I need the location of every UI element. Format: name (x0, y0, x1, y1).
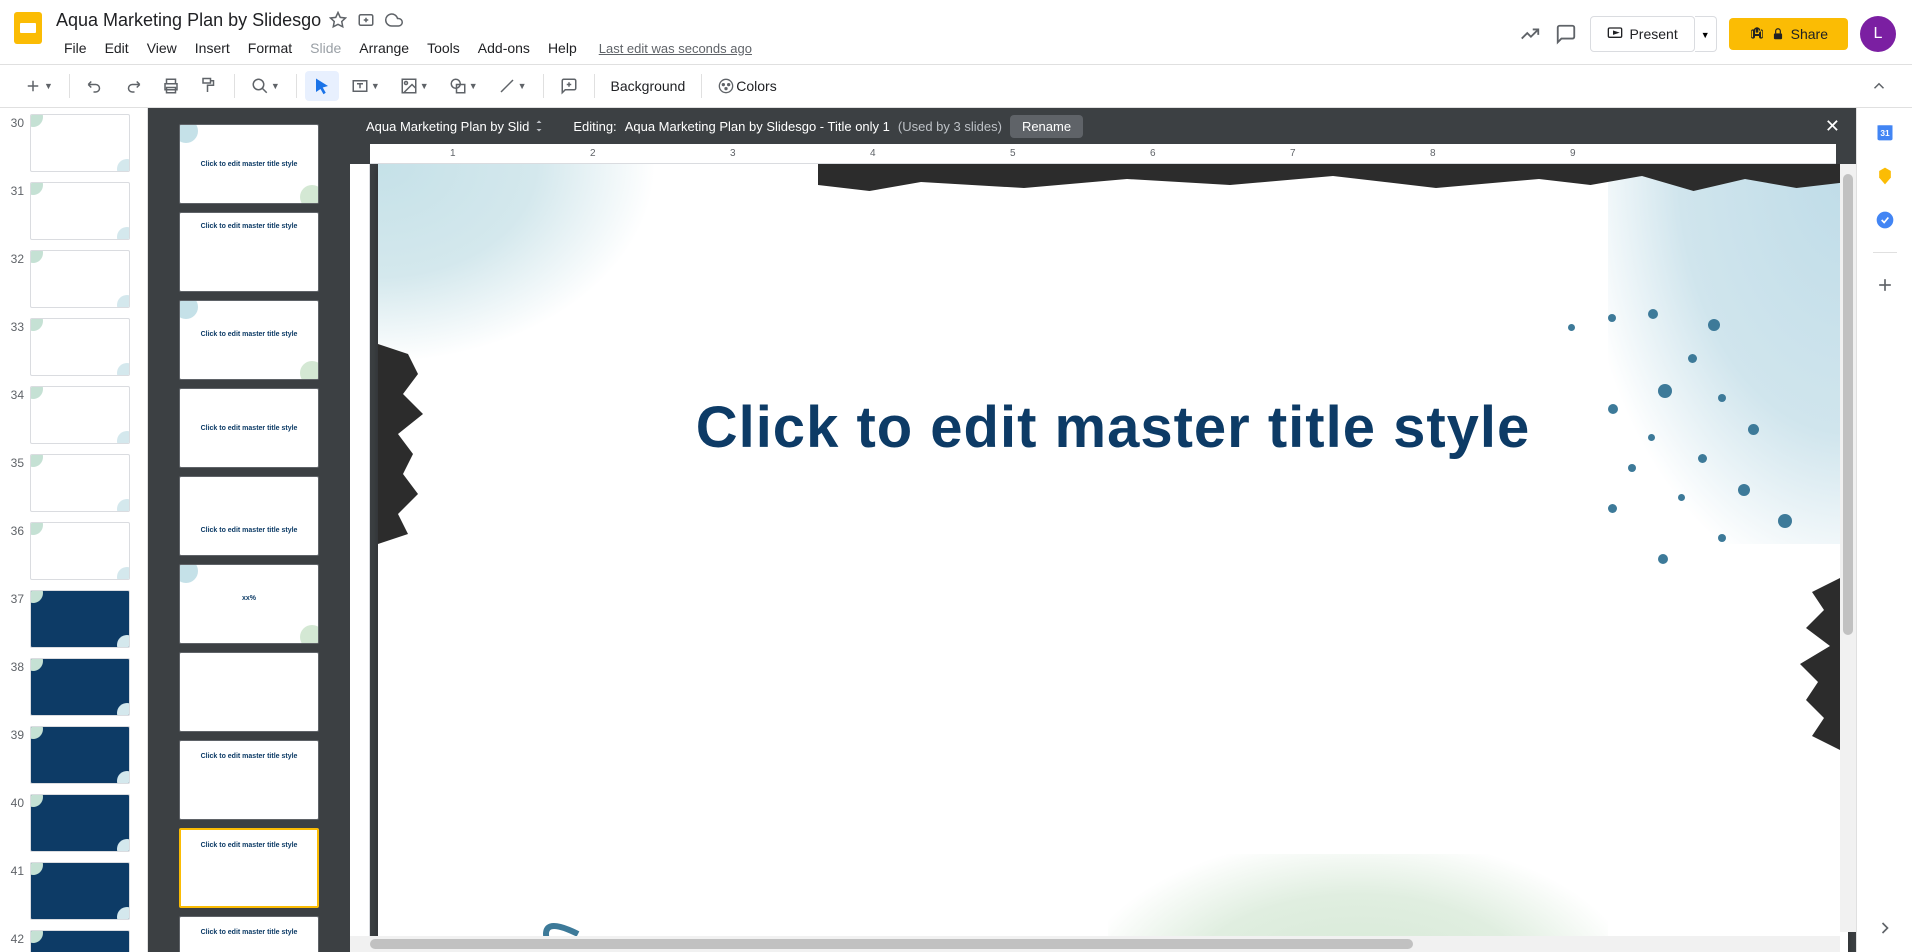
activity-icon[interactable] (1518, 22, 1542, 46)
comment-button[interactable] (552, 71, 586, 101)
editing-prefix: Editing: (573, 119, 616, 134)
present-button[interactable]: Present (1590, 16, 1694, 52)
menu-edit[interactable]: Edit (97, 36, 137, 60)
editor-header: Aqua Marketing Plan by Slid Editing: Aqu… (350, 108, 1856, 144)
menu-tools[interactable]: Tools (419, 36, 468, 60)
rename-button[interactable]: Rename (1010, 115, 1083, 138)
brush-decoration (1788, 574, 1848, 754)
main-area: 30313233343536373839404142 Click to edit… (0, 108, 1912, 952)
menu-file[interactable]: File (56, 36, 95, 60)
layout-thumbnail[interactable]: Click to edit master title style (179, 476, 319, 556)
expand-sidebar-icon[interactable] (1873, 916, 1897, 940)
add-addon-icon[interactable] (1873, 273, 1897, 297)
slide-filmstrip[interactable]: 303132333435363738394041 42 (0, 108, 148, 952)
vertical-ruler[interactable] (350, 164, 370, 952)
print-button[interactable] (154, 71, 188, 101)
share-label: Share (1791, 26, 1828, 42)
paint-format-button[interactable] (192, 71, 226, 101)
used-by-info: (Used by 3 slides) (898, 119, 1002, 134)
keep-icon[interactable] (1873, 164, 1897, 188)
svg-text:31: 31 (1880, 128, 1890, 138)
slide-thumbnail[interactable]: 32 (4, 248, 143, 310)
slide-thumbnail[interactable]: 40 (4, 792, 143, 854)
background-button[interactable]: Background (603, 72, 694, 100)
horizontal-ruler[interactable]: 123456789 (370, 144, 1836, 164)
menu-arrange[interactable]: Arrange (351, 36, 417, 60)
editing-name: Aqua Marketing Plan by Slidesgo - Title … (625, 119, 890, 134)
zoom-button[interactable]: ▼ (243, 71, 288, 101)
slide-thumbnail[interactable]: 37 (4, 588, 143, 650)
image-tool[interactable]: ▼ (392, 71, 437, 101)
canvas-scroll[interactable]: Click to edit master title style (370, 164, 1856, 952)
undo-button[interactable] (78, 71, 112, 101)
layout-thumbnail[interactable]: Click to edit master title style (179, 212, 319, 292)
slide-thumbnail[interactable]: 39 (4, 724, 143, 786)
slide-thumbnail[interactable]: 42 (4, 928, 143, 952)
shape-tool[interactable]: ▼ (441, 71, 486, 101)
calendar-icon[interactable]: 31 (1873, 120, 1897, 144)
new-slide-button[interactable]: ▼ (16, 71, 61, 101)
layout-thumbnail[interactable]: Click to edit master title style (179, 828, 319, 908)
share-button[interactable]: Share (1729, 18, 1848, 50)
document-title[interactable]: Aqua Marketing Plan by Slidesgo (56, 10, 321, 31)
menu-format[interactable]: Format (240, 36, 300, 60)
right-sidebar: 31 (1856, 108, 1912, 952)
slide-thumbnail[interactable]: 35 (4, 452, 143, 514)
layout-thumbnail[interactable]: Click to edit master title style (179, 388, 319, 468)
colors-button[interactable]: Colors (710, 72, 784, 100)
tasks-icon[interactable] (1873, 208, 1897, 232)
menu-help[interactable]: Help (540, 36, 585, 60)
collapse-toolbar-button[interactable] (1862, 71, 1896, 101)
star-icon[interactable] (329, 10, 349, 30)
slide-thumbnail[interactable]: 33 (4, 316, 143, 378)
select-tool[interactable] (305, 71, 339, 101)
user-avatar[interactable]: L (1860, 16, 1896, 52)
menu-insert[interactable]: Insert (187, 36, 238, 60)
layout-thumbnail[interactable]: Click to edit master title style (179, 124, 319, 204)
close-editor-icon[interactable]: ✕ (1825, 116, 1840, 137)
menu-slide[interactable]: Slide (302, 36, 349, 60)
master-title-placeholder[interactable]: Click to edit master title style (696, 394, 1531, 461)
layout-panel[interactable]: Click to edit master title styleClick to… (148, 108, 350, 952)
comments-icon[interactable] (1554, 22, 1578, 46)
horizontal-scrollbar[interactable] (350, 936, 1840, 952)
brush-decoration (378, 344, 428, 544)
layout-thumbnail[interactable]: Click to edit master title style (179, 740, 319, 820)
editor-area: Aqua Marketing Plan by Slid Editing: Aqu… (350, 108, 1856, 952)
line-tool[interactable]: ▼ (490, 71, 535, 101)
watercolor-decoration (378, 164, 658, 364)
brush-decoration (818, 164, 1848, 194)
template-dropdown[interactable]: Aqua Marketing Plan by Slid (366, 119, 545, 134)
cloud-icon[interactable] (385, 10, 405, 30)
redo-button[interactable] (116, 71, 150, 101)
slide-thumbnail[interactable]: 36 (4, 520, 143, 582)
slide-thumbnail[interactable]: 30 (4, 112, 143, 174)
title-area: Aqua Marketing Plan by Slidesgo File Edi… (56, 8, 1518, 60)
present-dropdown[interactable]: ▼ (1695, 16, 1717, 52)
slide-thumbnail[interactable]: 31 (4, 180, 143, 242)
layout-thumbnail[interactable]: Click to edit master title style (179, 916, 319, 952)
textbox-tool[interactable]: ▼ (343, 71, 388, 101)
toolbar: ▼ ▼ ▼ ▼ ▼ ▼ Background Colors (0, 64, 1912, 108)
slide-canvas[interactable]: Click to edit master title style (378, 164, 1848, 952)
slides-logo[interactable] (8, 8, 48, 48)
menu-bar: File Edit View Insert Format Slide Arran… (56, 36, 1518, 60)
vertical-scrollbar[interactable] (1840, 164, 1856, 932)
layout-thumbnail[interactable]: Click to edit master title style (179, 300, 319, 380)
slide-thumbnail[interactable]: 38 (4, 656, 143, 718)
menu-addons[interactable]: Add-ons (470, 36, 538, 60)
layout-thumbnail[interactable]: xx% (179, 564, 319, 644)
present-label: Present (1629, 26, 1677, 42)
layout-thumbnail[interactable] (179, 652, 319, 732)
move-icon[interactable] (357, 10, 377, 30)
app-header: Aqua Marketing Plan by Slidesgo File Edi… (0, 0, 1912, 64)
slide-thumbnail[interactable]: 34 (4, 384, 143, 446)
last-edit-link[interactable]: Last edit was seconds ago (599, 41, 752, 56)
slide-thumbnail[interactable]: 41 (4, 860, 143, 922)
menu-view[interactable]: View (139, 36, 185, 60)
dots-decoration (1548, 304, 1808, 584)
